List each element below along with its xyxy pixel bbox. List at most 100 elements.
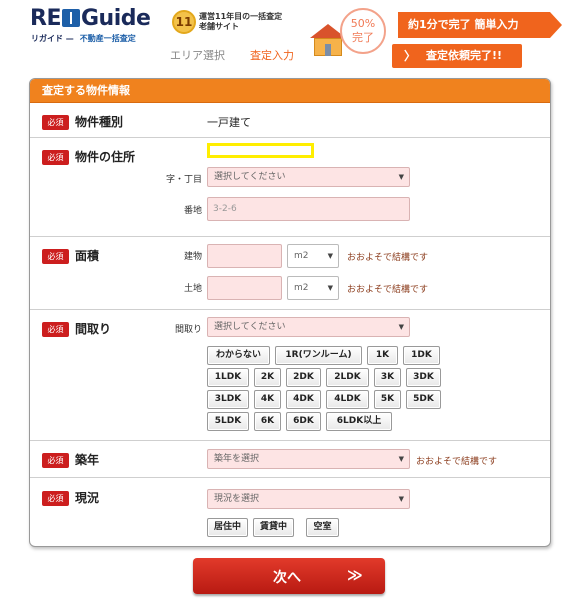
badge-number: 11 <box>175 15 193 29</box>
banchi-input[interactable]: 3-2-6 <box>207 197 410 221</box>
layout-select[interactable]: 選択してください ▼ <box>207 317 410 337</box>
current-status-label-text: 現況 <box>75 491 100 505</box>
building-area-hint: おおよそで結構です <box>347 253 429 263</box>
promo-banner: 約1分で完了 簡単入力 <box>398 12 562 38</box>
layout-chip-3ldk[interactable]: 3LDK <box>207 390 249 409</box>
layout-chip-2dk[interactable]: 2DK <box>286 368 321 387</box>
chome-label: 字・丁目 <box>165 175 202 185</box>
required-badge: 必須 <box>42 491 69 506</box>
step-request-complete: 〉 査定依頼完了!! <box>392 44 522 68</box>
building-age-label-text: 築年 <box>75 453 100 467</box>
layout-chip-1dk[interactable]: 1DK <box>403 346 440 365</box>
layout-chip-1k[interactable]: 1K <box>367 346 398 365</box>
chome-select[interactable]: 選択してください ▼ <box>207 167 410 187</box>
caret-down-icon: ▼ <box>327 252 333 260</box>
tagline: 運営11年目の一括査定 老舗サイト <box>199 12 282 32</box>
step-area-select: エリア選択 <box>170 49 225 62</box>
caret-down-icon: ▼ <box>398 455 404 463</box>
logo-subtitle-service: 不動産一括査定 <box>79 34 136 43</box>
caret-down-icon: ▼ <box>398 323 404 331</box>
row-property-type: 必須 物件種別 一戸建て <box>30 104 550 138</box>
caret-down-icon: ▼ <box>398 173 404 181</box>
banchi-label: 番地 <box>183 206 202 216</box>
next-button[interactable]: 次へ ≫ <box>193 558 385 594</box>
caret-down-icon: ▼ <box>327 284 333 292</box>
logo-subtitle-kana: リガイド — <box>31 34 74 43</box>
layout-chip-3dk[interactable]: 3DK <box>406 368 441 387</box>
layout-chip-6k[interactable]: 6K <box>254 412 281 431</box>
chome-select-value: 選択してください <box>214 172 286 182</box>
step-request-complete-label: 査定依頼完了!! <box>426 49 503 62</box>
row-layout: 必須 間取り 間取り 選択してください ▼ わからない 1R(ワンルーム) 1K 1… <box>30 311 550 441</box>
land-unit-select[interactable]: m2 ▼ <box>287 276 339 300</box>
row-current-status: 必須 現況 現況を選択 ▼ 居住中 賃貸中 空室 <box>30 479 550 546</box>
progress-circle: 50% 完了 <box>340 8 386 54</box>
layout-label-text: 間取り <box>75 322 112 336</box>
tagline-line1: 運営11年目の一括査定 <box>199 12 283 21</box>
required-badge: 必須 <box>42 453 69 468</box>
logo-subtitle: リガイド — 不動産一括査定 <box>31 33 136 44</box>
status-chip-occupied[interactable]: 居住中 <box>207 518 248 537</box>
caret-down-icon: ▼ <box>398 495 404 503</box>
required-badge: 必須 <box>42 322 69 337</box>
layout-chip-3k[interactable]: 3K <box>374 368 401 387</box>
current-status-select[interactable]: 現況を選択 ▼ <box>207 489 410 509</box>
next-button-label: 次へ <box>273 570 301 586</box>
re-guide-logo[interactable]: RE Guide リガイド — 不動産一括査定 <box>30 6 162 44</box>
logo-wordmark: RE Guide <box>30 6 151 31</box>
land-area-input[interactable] <box>207 276 282 300</box>
layout-chip-5ldk[interactable]: 5LDK <box>207 412 249 431</box>
layout-chip-1r[interactable]: 1R(ワンルーム) <box>275 346 362 365</box>
banchi-placeholder: 3-2-6 <box>213 204 237 214</box>
row-area: 必須 面積 建物 m2 ▼ おおよそで結構です 土地 m2 ▼ おおよそで結構です <box>30 238 550 310</box>
address-label: 必須 物件の住所 <box>42 148 135 165</box>
row-building-age: 必須 築年 築年を選択 ▼ おおよそで結構です <box>30 442 550 478</box>
layout-select-value: 選択してください <box>214 322 286 332</box>
area-label: 必須 面積 <box>42 247 99 264</box>
building-age-select-value: 築年を選択 <box>214 454 260 464</box>
chevron-right-icon: 〉 <box>404 49 417 63</box>
area-label-text: 面積 <box>75 249 100 263</box>
property-type-label: 必須 物件種別 <box>42 113 123 130</box>
land-area-hint: おおよそで結構です <box>347 285 429 295</box>
building-area-input[interactable] <box>207 244 282 268</box>
step-assessment-input: 査定入力 <box>250 49 294 62</box>
required-badge: 必須 <box>42 150 69 165</box>
double-chevron-right-icon: ≫ <box>347 566 363 584</box>
book-icon <box>61 9 80 27</box>
layout-chip-6ldk-plus[interactable]: 6LDK以上 <box>326 412 392 431</box>
tagline-line2: 老舗サイト <box>199 22 239 31</box>
status-chip-vacant[interactable]: 空室 <box>306 518 339 537</box>
layout-chip-5k[interactable]: 5K <box>374 390 401 409</box>
layout-chip-2k[interactable]: 2K <box>254 368 281 387</box>
layout-chip-2ldk[interactable]: 2LDK <box>326 368 369 387</box>
current-status-label: 必須 現況 <box>42 489 99 506</box>
layout-chip-unknown[interactable]: わからない <box>207 346 270 365</box>
building-unit-value: m2 <box>294 251 309 261</box>
layout-chip-5dk[interactable]: 5DK <box>406 390 441 409</box>
layout-chip-4ldk[interactable]: 4LDK <box>326 390 369 409</box>
layout-chip-1ldk[interactable]: 1LDK <box>207 368 249 387</box>
eleven-years-badge-icon: 11 <box>172 10 196 34</box>
land-area-label: 土地 <box>183 284 202 294</box>
layout-chip-6dk[interactable]: 6DK <box>286 412 321 431</box>
land-unit-value: m2 <box>294 283 309 293</box>
building-age-hint: おおよそで結構です <box>416 457 498 467</box>
layout-chip-4k[interactable]: 4K <box>254 390 281 409</box>
property-type-value: 一戸建て <box>207 116 251 129</box>
logo-text-re: RE <box>30 6 61 31</box>
building-unit-select[interactable]: m2 ▼ <box>287 244 339 268</box>
required-badge: 必須 <box>42 249 69 264</box>
current-status-select-value: 現況を選択 <box>214 494 260 504</box>
layout-chip-4dk[interactable]: 4DK <box>286 390 321 409</box>
address-label-text: 物件の住所 <box>75 150 136 164</box>
site-header: RE Guide リガイド — 不動産一括査定 11 運営11年目の一括査定 老舗サ… <box>0 0 579 76</box>
logo-text-guide: Guide <box>80 6 151 31</box>
building-area-label: 建物 <box>183 252 202 262</box>
building-age-label: 必須 築年 <box>42 451 99 468</box>
highlight-annotation <box>207 143 314 158</box>
layout-select-label: 間取り <box>174 325 202 335</box>
status-chip-rented[interactable]: 賃貸中 <box>253 518 294 537</box>
building-age-select[interactable]: 築年を選択 ▼ <box>207 449 410 469</box>
form-title: 査定する物件情報 <box>30 79 550 103</box>
